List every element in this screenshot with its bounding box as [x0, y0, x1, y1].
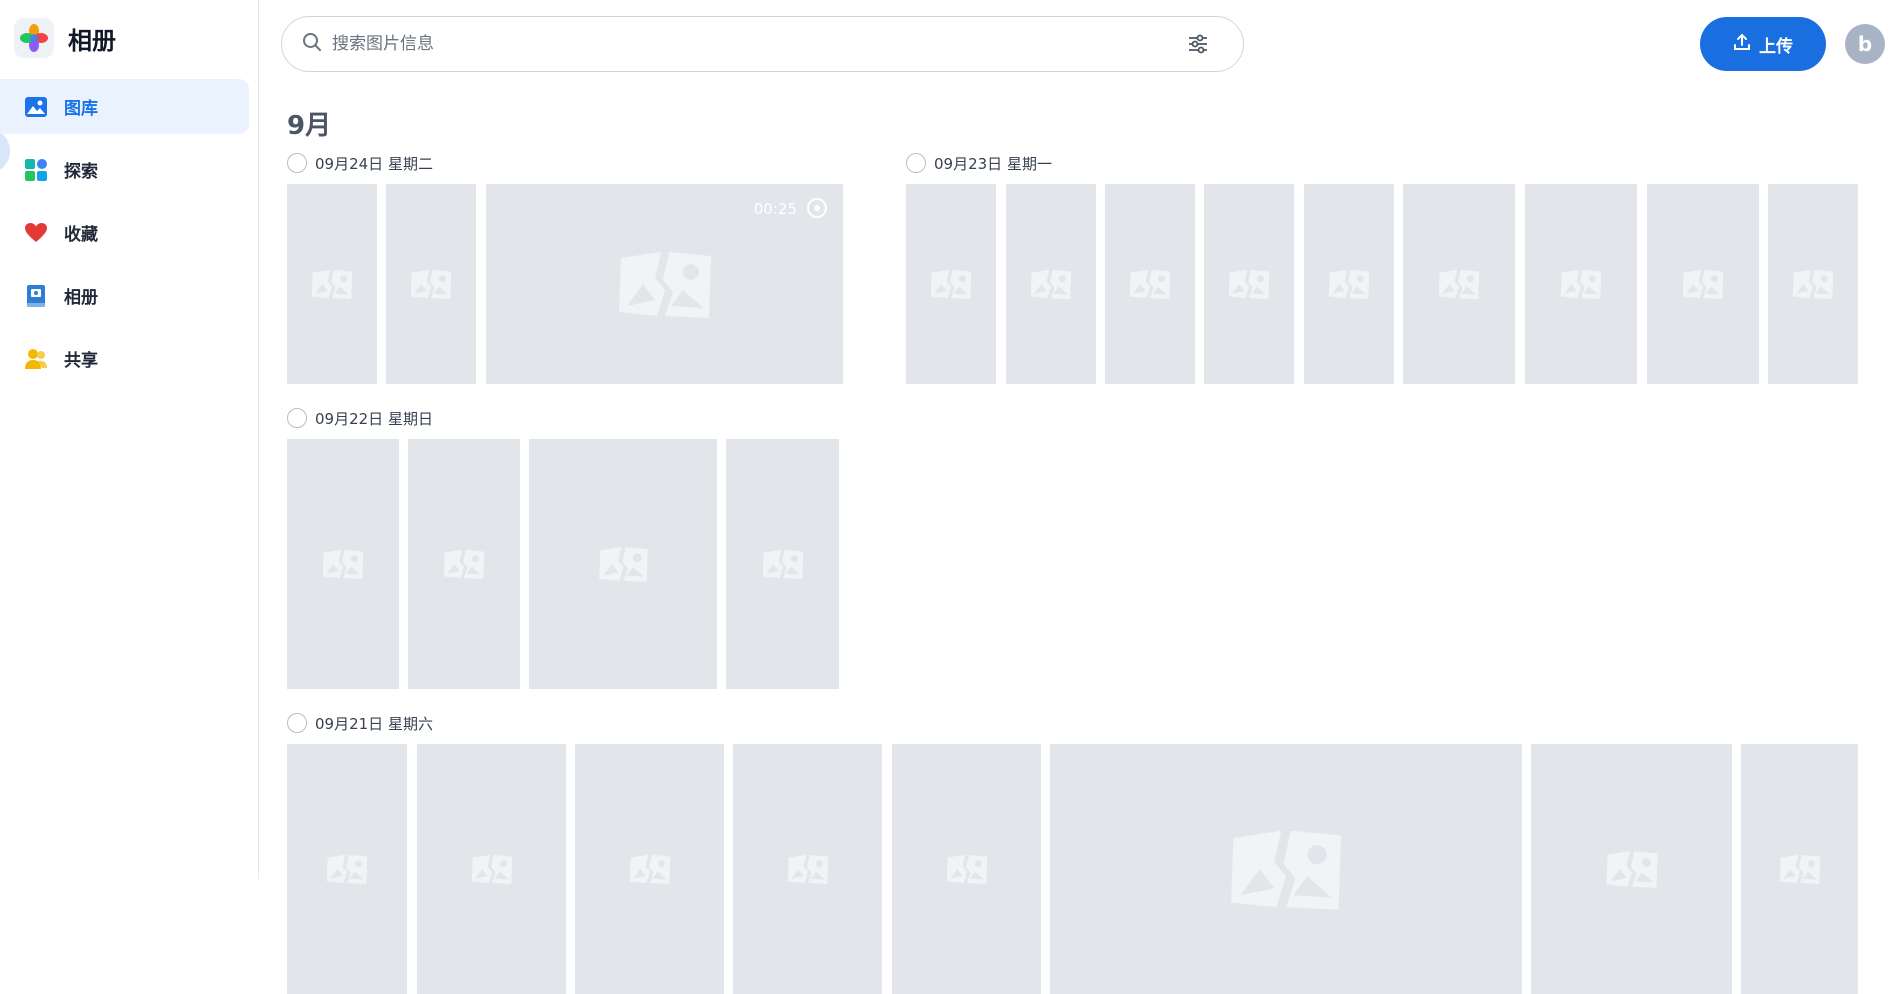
sidebar-item-label: 图库: [64, 99, 98, 119]
sidebar-item-favorites[interactable]: 收藏: [0, 205, 259, 260]
photo-thumbnail[interactable]: [1304, 184, 1394, 384]
image-placeholder-icon: [311, 269, 353, 299]
photo-thumbnail[interactable]: [733, 744, 882, 994]
image-placeholder-icon: [443, 549, 485, 579]
image-placeholder-icon: [762, 549, 803, 579]
image-placeholder-icon: [1228, 269, 1270, 299]
photo-thumbnail[interactable]: [726, 439, 839, 689]
photo-thumbnail[interactable]: [408, 439, 520, 689]
explore-icon: [24, 158, 48, 182]
image-placeholder-icon: [946, 854, 987, 884]
sidebar-item-label: 收藏: [64, 225, 98, 245]
album-icon: [24, 284, 48, 308]
sidebar-item-explore[interactable]: 探索: [0, 142, 259, 197]
app-logo-icon: [14, 18, 54, 58]
image-placeholder-icon: [1779, 854, 1820, 884]
day-date: 09月22日 星期日: [315, 409, 433, 428]
month-heading: 9月: [287, 111, 332, 141]
photo-thumbnail[interactable]: [1050, 744, 1522, 994]
day-date: 09月23日 星期一: [934, 154, 1052, 173]
photo-thumbnail[interactable]: [1768, 184, 1858, 384]
image-placeholder-icon: [1682, 269, 1724, 299]
photo-thumbnail[interactable]: [1403, 184, 1515, 384]
photo-thumbnail[interactable]: [892, 744, 1041, 994]
image-placeholder-icon: [1560, 269, 1602, 299]
sidebar: 相册 图库 探索 收藏 相册 共享: [0, 0, 259, 879]
avatar[interactable]: b: [1845, 24, 1885, 64]
sidebar-item-gallery[interactable]: 图库: [0, 79, 249, 134]
search-input[interactable]: [332, 34, 1183, 54]
search-bar: [281, 16, 1244, 72]
select-day-checkbox[interactable]: [906, 153, 926, 173]
photo-thumbnail[interactable]: [529, 439, 717, 689]
gallery-icon: [24, 95, 48, 119]
sidebar-item-label: 探索: [64, 162, 98, 182]
image-placeholder-icon: [326, 854, 368, 884]
sidebar-item-label: 相册: [64, 288, 98, 308]
image-placeholder-icon: [930, 269, 972, 299]
photo-thumbnail[interactable]: [386, 184, 476, 384]
select-day-checkbox[interactable]: [287, 408, 307, 428]
app-title: 相册: [68, 26, 116, 55]
image-placeholder-icon: [1328, 269, 1370, 299]
brand: 相册: [14, 18, 116, 58]
photo-thumbnail[interactable]: [1105, 184, 1195, 384]
day-date: 09月24日 星期二: [315, 154, 433, 173]
upload-button[interactable]: 上传: [1700, 17, 1826, 71]
photo-thumbnail[interactable]: [1531, 744, 1732, 994]
day-date: 09月21日 星期六: [315, 714, 433, 733]
sidebar-item-label: 共享: [64, 351, 98, 371]
image-placeholder-icon: [1129, 269, 1171, 299]
heart-icon: [24, 221, 48, 245]
photo-thumbnail[interactable]: [287, 184, 377, 384]
image-placeholder-icon: [598, 547, 648, 582]
image-placeholder-icon: [618, 252, 711, 318]
play-icon: [807, 198, 827, 218]
select-day-checkbox[interactable]: [287, 153, 307, 173]
day-group: 09月23日 星期一: [906, 150, 1858, 384]
photo-thumbnail[interactable]: [1204, 184, 1294, 384]
photo-thumbnail[interactable]: [287, 744, 407, 994]
image-placeholder-icon: [1231, 830, 1341, 910]
day-group: 09月21日 星期六: [287, 710, 1858, 994]
sidebar-nav: 图库 探索 收藏 相册 共享: [0, 79, 259, 394]
sidebar-item-shared[interactable]: 共享: [0, 331, 259, 386]
photo-thumbnail[interactable]: [287, 439, 399, 689]
upload-icon: [1733, 33, 1751, 56]
image-placeholder-icon: [322, 549, 364, 579]
image-placeholder-icon: [787, 854, 828, 884]
image-placeholder-icon: [1030, 269, 1072, 299]
photo-thumbnail[interactable]: [1647, 184, 1759, 384]
search-icon: [302, 32, 322, 56]
photo-thumbnail[interactable]: [417, 744, 566, 994]
filter-icon[interactable]: [1183, 29, 1213, 59]
photo-thumbnail[interactable]: [1006, 184, 1096, 384]
image-placeholder-icon: [1605, 851, 1658, 888]
sidebar-item-albums[interactable]: 相册: [0, 268, 259, 323]
photo-thumbnail[interactable]: [575, 744, 724, 994]
photo-thumbnail[interactable]: [1525, 184, 1637, 384]
day-group: 09月24日 星期二 00:25: [287, 150, 847, 384]
share-icon: [24, 347, 48, 371]
image-placeholder-icon: [1792, 269, 1834, 299]
select-day-checkbox[interactable]: [287, 713, 307, 733]
day-group: 09月22日 星期日: [287, 405, 839, 689]
video-thumbnail[interactable]: 00:25: [486, 184, 843, 384]
image-placeholder-icon: [471, 854, 512, 884]
image-placeholder-icon: [410, 269, 452, 299]
upload-label: 上传: [1759, 36, 1793, 57]
video-duration: 00:25: [753, 200, 797, 218]
image-placeholder-icon: [1438, 269, 1480, 299]
photo-thumbnail[interactable]: [1741, 744, 1858, 994]
image-placeholder-icon: [629, 854, 670, 884]
photo-thumbnail[interactable]: [906, 184, 996, 384]
